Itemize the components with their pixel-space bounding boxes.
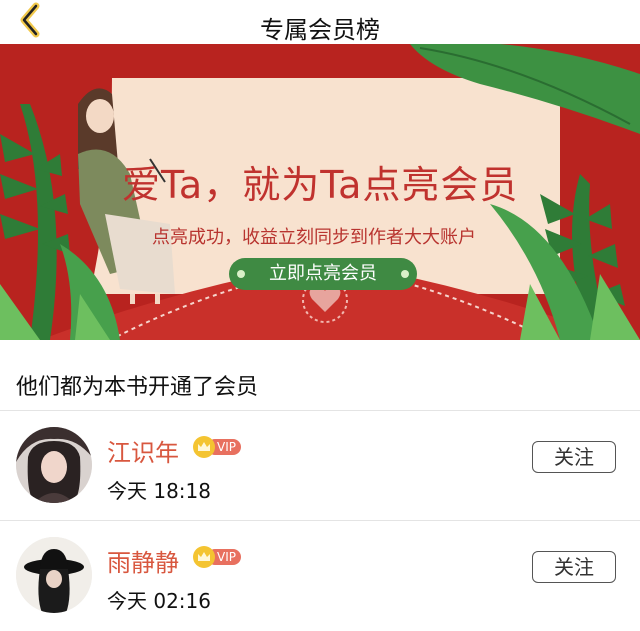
crown-icon bbox=[193, 436, 215, 458]
avatar[interactable] bbox=[16, 537, 92, 613]
promo-banner[interactable]: 爱Ta，就为Ta点亮会员 点亮成功，收益立刻同步到作者大大账户 立即点亮会员 bbox=[0, 44, 640, 340]
nav-bar: 专属会员榜 bbox=[0, 0, 640, 44]
light-up-membership-button[interactable]: 立即点亮会员 bbox=[229, 258, 417, 290]
banner-headline: 爱Ta，就为Ta点亮会员 bbox=[122, 163, 519, 207]
join-time: 今天 18:18 bbox=[107, 479, 211, 503]
follow-button[interactable]: 关注 bbox=[532, 551, 616, 583]
avatar-image bbox=[16, 427, 92, 503]
section-title: 他们都为本书开通了会员 bbox=[16, 375, 259, 400]
member-name[interactable]: 江识年 bbox=[107, 433, 179, 468]
join-time: 今天 02:16 bbox=[107, 589, 211, 613]
avatar-image bbox=[16, 537, 92, 613]
crown-icon bbox=[193, 546, 215, 568]
page-title: 专属会员榜 bbox=[260, 16, 380, 44]
avatar[interactable] bbox=[16, 427, 92, 503]
follow-button[interactable]: 关注 bbox=[532, 441, 616, 473]
member-name[interactable]: 雨静静 bbox=[107, 543, 179, 578]
list-item[interactable]: 江识年 VIP 今天 18:18 关注 bbox=[0, 411, 640, 519]
list-item[interactable]: 雨静静 VIP 今天 02:16 关注 bbox=[0, 521, 640, 629]
banner-subline: 点亮成功，收益立刻同步到作者大大账户 bbox=[152, 227, 476, 248]
